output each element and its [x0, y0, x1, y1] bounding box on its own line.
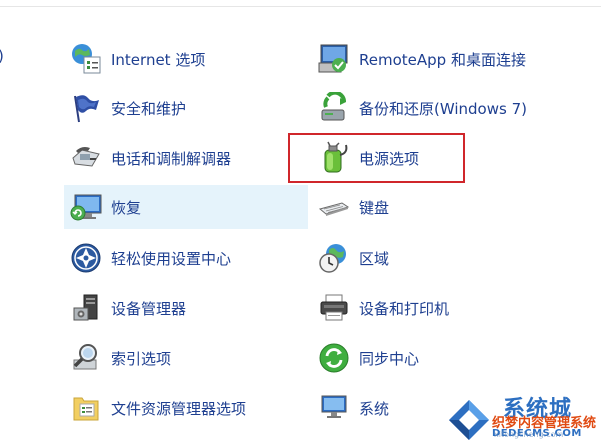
item-remoteapp[interactable]: RemoteApp 和桌面连接 — [312, 37, 592, 81]
item-region[interactable]: 区域 — [312, 236, 592, 280]
item-label: 索引选项 — [111, 349, 172, 368]
system-icon — [314, 388, 354, 428]
item-label: 轻松使用设置中心 — [111, 249, 232, 268]
item-recovery[interactable]: 恢复 — [64, 185, 308, 229]
folder-options-icon — [66, 388, 106, 428]
item-sync-center[interactable]: 同步中心 — [312, 336, 592, 380]
item-indexing-options[interactable]: 索引选项 — [64, 336, 308, 380]
ease-of-access-icon — [66, 238, 106, 278]
remoteapp-icon — [314, 39, 354, 79]
highlight-box — [288, 133, 465, 183]
item-internet-options[interactable]: Internet 选项 — [64, 37, 308, 81]
left-column-fragment: ) — [0, 47, 4, 65]
item-label: 备份和还原(Windows 7) — [359, 99, 527, 118]
item-ease-of-access[interactable]: 轻松使用设置中心 — [64, 236, 308, 280]
item-label: 恢复 — [111, 198, 142, 217]
item-label: Internet 选项 — [111, 50, 206, 69]
item-label: 文件资源管理器选项 — [111, 399, 247, 418]
phone-modem-icon — [66, 138, 106, 178]
backup-restore-icon — [314, 88, 354, 128]
top-divider — [0, 6, 601, 7]
item-backup-restore[interactable]: 备份和还原(Windows 7) — [312, 86, 592, 130]
internet-options-icon — [66, 39, 106, 79]
item-label: RemoteApp 和桌面连接 — [359, 50, 526, 69]
device-manager-icon — [66, 288, 106, 328]
item-label: 电话和调制解调器 — [111, 149, 232, 168]
item-label: 设备和打印机 — [359, 299, 450, 318]
keyboard-icon — [314, 187, 354, 227]
sync-center-icon — [314, 338, 354, 378]
item-security-maintenance[interactable]: 安全和维护 — [64, 86, 308, 130]
watermark: 系统城 织梦内容管理系统 DEDECMS.COM xitongcheng.com — [445, 390, 601, 444]
item-file-explorer-options[interactable]: 文件资源管理器选项 — [64, 386, 308, 430]
item-label: 同步中心 — [359, 349, 420, 368]
recovery-icon — [66, 187, 106, 227]
item-phone-modem[interactable]: 电话和调制解调器 — [64, 136, 308, 180]
region-icon — [314, 238, 354, 278]
item-label: 键盘 — [359, 198, 390, 217]
item-label: 安全和维护 — [111, 99, 187, 118]
item-label: 设备管理器 — [111, 299, 187, 318]
indexing-icon — [66, 338, 106, 378]
printer-icon — [314, 288, 354, 328]
item-devices-printers[interactable]: 设备和打印机 — [312, 286, 592, 330]
item-device-manager[interactable]: 设备管理器 — [64, 286, 308, 330]
item-label: 系统 — [359, 399, 390, 418]
item-label: 区域 — [359, 249, 390, 268]
item-keyboard[interactable]: 键盘 — [312, 185, 592, 229]
security-flag-icon — [66, 88, 106, 128]
watermark-url-secondary: xitongcheng.com — [494, 430, 564, 439]
